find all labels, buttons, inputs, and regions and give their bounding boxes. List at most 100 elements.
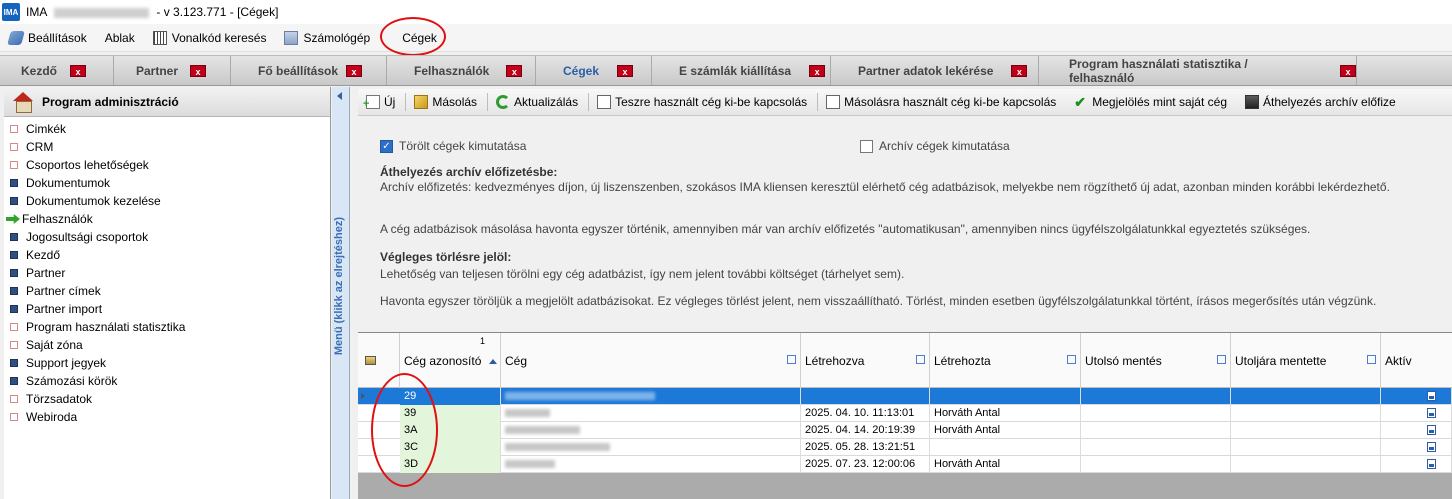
sidebar-item-usage-stats[interactable]: Program használati statisztika [4, 318, 330, 336]
cell-company-id[interactable]: 3C [400, 439, 501, 456]
column-header-company[interactable]: Cég [501, 333, 801, 388]
sidebar-item-own-zone[interactable]: Saját zóna [4, 336, 330, 354]
cell-created[interactable] [801, 388, 930, 405]
checkbox-checked-icon[interactable]: ✓ [380, 139, 393, 153]
cell-company-redacted[interactable] [501, 405, 801, 422]
tab-companies[interactable]: Cégek x [536, 56, 652, 85]
sidebar-item-partner-addresses[interactable]: Partner címek [4, 282, 330, 300]
cell-company-id[interactable]: 3D [400, 456, 501, 473]
cell-created[interactable]: 2025. 05. 28. 13:21:51 [801, 439, 930, 456]
cell-last-saver[interactable] [1231, 405, 1381, 422]
cell-active[interactable] [1381, 388, 1452, 405]
cell-last-saved[interactable] [1081, 456, 1231, 473]
cell-last-saved[interactable] [1081, 422, 1231, 439]
tab-usage-stats[interactable]: Program használati statisztika / felhasz… [1039, 56, 1357, 85]
menu-companies[interactable]: Cégek [393, 25, 446, 51]
move-archive-button[interactable]: Áthelyezés archív előfize [1237, 89, 1406, 115]
grid-column-chooser[interactable] [358, 333, 400, 388]
column-header-last-saved[interactable]: Utolsó mentés [1081, 333, 1231, 388]
menu-settings[interactable]: Beállítások [0, 25, 96, 51]
collapse-arrow-icon[interactable] [337, 92, 342, 100]
cell-company-id[interactable]: 29 [400, 388, 501, 405]
column-header-creator[interactable]: Létrehozta [930, 333, 1081, 388]
sidebar-item-documents[interactable]: Dokumentumok [4, 174, 330, 192]
new-button[interactable]: Új [358, 89, 405, 115]
tab-close-icon[interactable]: x [1340, 64, 1356, 77]
active-checkbox-icon[interactable] [1427, 459, 1436, 469]
cell-created[interactable]: 2025. 07. 23. 12:00:06 [801, 456, 930, 473]
refresh-button[interactable]: Aktualizálás [488, 89, 588, 115]
cell-company-id[interactable]: 3A [400, 422, 501, 439]
sidebar-item-home[interactable]: Kezdő [4, 246, 330, 264]
tab-close-icon[interactable]: x [70, 64, 86, 77]
cell-creator[interactable] [930, 439, 1081, 456]
sidebar-item-document-management[interactable]: Dokumentumok kezelése [4, 192, 330, 210]
sidebar-item-partner-import[interactable]: Partner import [4, 300, 330, 318]
cell-company-redacted[interactable] [501, 439, 801, 456]
sidebar-item-support-tickets[interactable]: Support jegyek [4, 354, 330, 372]
column-header-company-id[interactable]: 1 Cég azonosító [400, 333, 501, 388]
filter-icon[interactable] [1367, 355, 1376, 364]
cell-last-saver[interactable] [1231, 388, 1381, 405]
cell-company-redacted[interactable] [501, 456, 801, 473]
tab-close-icon[interactable]: x [346, 64, 363, 77]
tab-main-settings[interactable]: Fő beállítások x [231, 56, 387, 85]
cell-last-saved[interactable] [1081, 439, 1231, 456]
toggle-copy-company-button[interactable]: Másolásra használt cég ki-be kapcsolás [818, 89, 1066, 115]
active-checkbox-icon[interactable] [1427, 391, 1436, 401]
toggle-test-company-button[interactable]: Teszre használt cég ki-be kapcsolás [589, 89, 817, 115]
menu-barcode-search[interactable]: Vonalkód keresés [144, 25, 276, 51]
sidebar-item-permission-groups[interactable]: Jogosultsági csoportok [4, 228, 330, 246]
tab-close-icon[interactable]: x [506, 64, 523, 77]
column-chooser-icon[interactable] [365, 356, 376, 365]
filter-icon[interactable] [1067, 355, 1076, 364]
cell-last-saved[interactable] [1081, 388, 1231, 405]
table-row[interactable]: 3A 2025. 04. 14. 20:19:39 Horváth Antal [358, 422, 1452, 439]
table-row[interactable]: 29 [358, 388, 1452, 405]
tab-e-invoices[interactable]: E számlák kiállítása x [652, 56, 831, 85]
cell-last-saver[interactable] [1231, 422, 1381, 439]
column-header-active[interactable]: Aktív [1381, 333, 1452, 388]
cell-active[interactable] [1381, 439, 1452, 456]
active-checkbox-icon[interactable] [1427, 425, 1436, 435]
sidebar-item-crm[interactable]: CRM [4, 138, 330, 156]
tab-kezdo[interactable]: Kezdő x [0, 56, 114, 85]
tab-close-icon[interactable]: x [190, 64, 207, 77]
cell-creator[interactable] [930, 388, 1081, 405]
column-header-last-saver[interactable]: Utoljára mentette [1231, 333, 1381, 388]
cell-created[interactable]: 2025. 04. 14. 20:19:39 [801, 422, 930, 439]
table-row[interactable]: 3C 2025. 05. 28. 13:21:51 [358, 439, 1452, 456]
sidebar-collapse-bar[interactable]: Menü (klikk az elrejtéshez) [332, 87, 350, 499]
filter-icon[interactable] [787, 355, 796, 364]
cell-last-saver[interactable] [1231, 439, 1381, 456]
cell-last-saved[interactable] [1081, 405, 1231, 422]
cell-active[interactable] [1381, 456, 1452, 473]
active-checkbox-icon[interactable] [1427, 408, 1436, 418]
tab-partner-data[interactable]: Partner adatok lekérése x [831, 56, 1039, 85]
checkbox-unchecked-icon[interactable] [860, 139, 873, 153]
menu-calculator[interactable]: Számológép [275, 25, 379, 51]
deleted-companies-checkbox[interactable]: ✓ Törölt cégek kimutatása [380, 139, 526, 153]
menu-window[interactable]: Ablak [96, 25, 144, 51]
copy-button[interactable]: Másolás [406, 89, 487, 115]
sidebar-item-numbering[interactable]: Számozási körök [4, 372, 330, 390]
sidebar-item-web-office[interactable]: Webiroda [4, 408, 330, 426]
cell-company-redacted[interactable] [501, 388, 801, 405]
tab-users[interactable]: Felhasználók x [387, 56, 536, 85]
sidebar-item-master-data[interactable]: Törzsadatok [4, 390, 330, 408]
tab-close-icon[interactable]: x [1011, 64, 1028, 77]
cell-created[interactable]: 2025. 04. 10. 11:13:01 [801, 405, 930, 422]
cell-creator[interactable]: Horváth Antal [930, 405, 1081, 422]
sidebar-item-partner[interactable]: Partner [4, 264, 330, 282]
cell-last-saver[interactable] [1231, 456, 1381, 473]
tab-partner[interactable]: Partner x [114, 56, 231, 85]
archived-companies-checkbox[interactable]: Archív cégek kimutatása [860, 139, 1010, 153]
cell-active[interactable] [1381, 405, 1452, 422]
tab-close-icon[interactable]: x [809, 64, 826, 77]
cell-creator[interactable]: Horváth Antal [930, 422, 1081, 439]
sidebar-item-group-options[interactable]: Csoportos lehetőségek [4, 156, 330, 174]
active-checkbox-icon[interactable] [1427, 442, 1436, 452]
sidebar-item-users[interactable]: Felhasználók [4, 210, 330, 228]
cell-creator[interactable]: Horváth Antal [930, 456, 1081, 473]
cell-company-redacted[interactable] [501, 422, 801, 439]
